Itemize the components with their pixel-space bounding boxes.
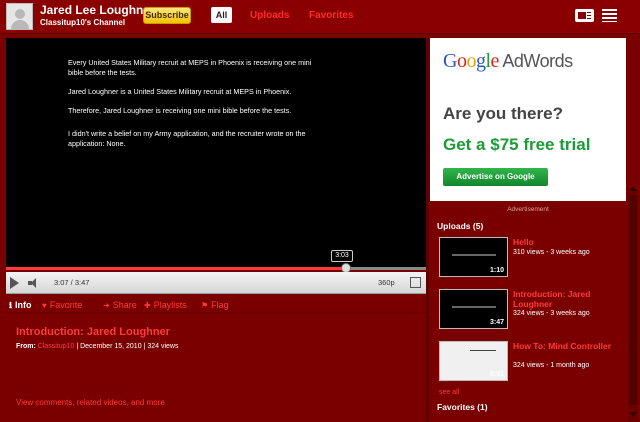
upload-date: December 15, 2010 (80, 343, 142, 350)
grid-view-bar (602, 17, 617, 19)
from-label: From: (16, 343, 36, 350)
tab-share[interactable]: ➜ Share (103, 300, 137, 310)
video-thumbnail[interactable]: 3:47 (439, 289, 508, 329)
tab-favorites[interactable]: Favorites (309, 10, 353, 21)
video-thumbnail[interactable]: 0:51 (439, 341, 508, 381)
fullscreen-icon[interactable] (410, 277, 421, 288)
scrollbar-thumb[interactable] (629, 195, 637, 405)
google-adwords-logo: Google AdWords (443, 50, 573, 72)
tab-favorite-label: Favorite (49, 300, 83, 310)
duration-badge: 0:51 (489, 371, 504, 378)
video-text-line: Every United States Military recruit at … (68, 58, 312, 77)
upload-meta: 324 views - 3 weeks ago (513, 310, 590, 317)
tab-share-label: Share (112, 300, 137, 310)
info-tab-bar: ℹ Info ♥ Favorite ➜ Share ✚ Playlists ⚑ Flag (6, 296, 426, 313)
scroll-up-icon[interactable] (629, 186, 637, 191)
play-icon[interactable] (10, 277, 19, 289)
view-more-link[interactable]: View comments, related videos, and more (16, 398, 165, 407)
tab-favorite[interactable]: ♥ Favorite (42, 300, 82, 310)
list-item[interactable]: 0:51 How To: Mind Controller 324 views -… (439, 341, 619, 381)
grid-view-bar (602, 9, 617, 11)
channel-name[interactable]: Jared Lee Loughner (40, 3, 155, 17)
video-player[interactable]: Every United States Military recruit at … (6, 38, 426, 270)
scroll-down-icon[interactable] (629, 412, 637, 417)
advertise-button[interactable]: Advertise on Google (443, 168, 548, 186)
ad-headline: Are you there? (443, 104, 563, 123)
tab-playlists-label: Playlists (153, 300, 187, 310)
advertisement-label: Advertisement (507, 206, 549, 213)
plus-icon: ✚ (144, 301, 151, 310)
tab-flag-label: Flag (211, 300, 229, 310)
tab-uploads[interactable]: Uploads (250, 10, 289, 21)
tab-info-label: Info (15, 300, 32, 310)
upload-meta: 324 views - 1 month ago (513, 362, 590, 369)
favorites-heading[interactable]: Favorites (1) (437, 402, 488, 412)
duration-badge: 1:10 (489, 267, 504, 274)
player-controls: 3:07 / 3:47 360p (6, 272, 426, 294)
video-meta: From: Classitup10 | December 15, 2010 | … (16, 343, 178, 350)
quality-selector[interactable]: 360p (378, 278, 395, 287)
video-text-line: Therefore, Jared Loughner is receiving o… (68, 106, 292, 115)
uploader-link[interactable]: Classitup10 (38, 343, 75, 350)
channel-header: Jared Lee Loughner Classitup10's Channel… (0, 0, 640, 34)
heart-icon: ♥ (42, 301, 47, 310)
progress-bar-remaining[interactable] (346, 267, 426, 270)
thumbnail-text (470, 350, 496, 351)
upload-meta: 310 views - 3 weeks ago (513, 249, 590, 256)
list-item[interactable]: 1:10 Hello 310 views - 3 weeks ago (439, 237, 619, 277)
adwords-wordmark: AdWords (498, 51, 573, 71)
list-item[interactable]: 3:47 Introduction: Jared Loughner 324 vi… (439, 289, 619, 329)
volume-cone (31, 278, 36, 288)
grid-view-bar (602, 21, 617, 22)
video-thumbnail[interactable]: 1:10 (439, 237, 508, 277)
separator: | (143, 343, 146, 350)
tab-info[interactable]: ℹ Info (9, 300, 32, 310)
player-view-icon[interactable] (575, 9, 594, 22)
tab-all[interactable]: All (211, 7, 232, 23)
ad-offer: Get a $75 free trial (443, 135, 591, 154)
player-view-line (587, 12, 591, 13)
avatar-body-shape (11, 20, 29, 29)
thumbnail-text (452, 306, 496, 308)
uploads-heading[interactable]: Uploads (5) (437, 221, 483, 231)
scrub-time-tooltip: 3:03 (331, 250, 353, 262)
video-title[interactable]: Introduction: Jared Loughner (16, 326, 170, 338)
info-icon: ℹ (9, 301, 13, 310)
grid-view-bar (602, 13, 617, 15)
flag-icon: ⚑ (201, 301, 209, 310)
volume-icon[interactable] (28, 278, 42, 288)
player-view-square (578, 12, 586, 19)
upload-title[interactable]: Hello (513, 237, 613, 247)
avatar-head-shape (15, 9, 25, 19)
video-text-line: Jared Loughner is a United States Milita… (68, 87, 292, 96)
advertisement[interactable]: Google AdWords Are you there? Get a $75 … (430, 38, 626, 201)
share-icon: ➜ (103, 301, 110, 310)
thumbnail-text (452, 254, 496, 256)
avatar[interactable] (6, 3, 33, 30)
upload-title[interactable]: Introduction: Jared Loughner (513, 289, 613, 309)
player-view-line (587, 18, 591, 19)
video-text-line: I didn't write a belief on my Army appli… (68, 129, 306, 148)
player-view-line (587, 15, 591, 16)
see-all-link[interactable]: see all (439, 389, 459, 396)
channel-subtitle[interactable]: Classitup10's Channel (40, 18, 125, 27)
time-display: 3:07 / 3:47 (54, 278, 90, 287)
tab-playlists[interactable]: ✚ Playlists (144, 300, 187, 310)
duration-badge: 3:47 (489, 319, 504, 326)
tab-flag[interactable]: ⚑ Flag (201, 300, 229, 310)
upload-title[interactable]: How To: Mind Controller (513, 341, 613, 351)
panel-divider (426, 38, 429, 422)
subscribe-button[interactable]: Subscribe (143, 7, 191, 24)
grid-view-icon[interactable] (602, 9, 617, 22)
view-count: 324 views (147, 343, 179, 350)
separator: | (76, 343, 79, 350)
video-frame-text: Every United States Military recruit at … (68, 58, 328, 158)
progress-bar[interactable] (6, 267, 346, 270)
